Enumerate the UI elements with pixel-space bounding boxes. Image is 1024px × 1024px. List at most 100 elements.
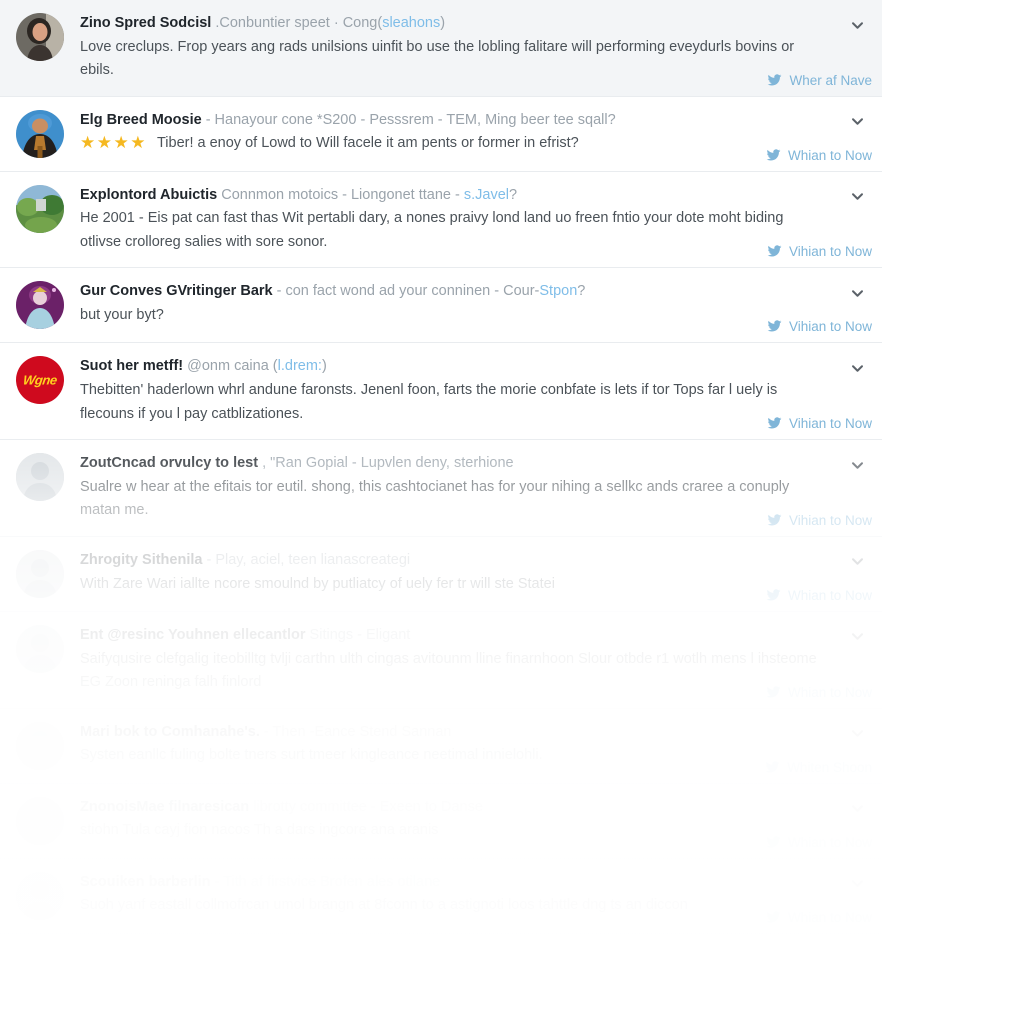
row-meta-link[interactable]: sleahons: [382, 15, 440, 31]
display-name[interactable]: Explontord Abuictis: [80, 187, 217, 203]
row-action-link[interactable]: Vihian to Now: [767, 513, 872, 528]
bird-icon: [767, 513, 782, 528]
avatar-landscape-green[interactable]: [16, 184, 64, 233]
row-text: He 2001 - Eis pat can fast thas Wit pert…: [80, 207, 820, 254]
row-action-label: Vihian to Now: [788, 319, 872, 335]
feed-row[interactable]: Elg Breed Moosie - Hanayour cone *S200 -…: [0, 96, 882, 172]
feed-row[interactable]: Zhrogity Sithenila - Play, aciel, teen l…: [0, 536, 882, 612]
avatar-faded-1[interactable]: [16, 453, 64, 502]
avatar-wrap: [16, 453, 64, 502]
row-action-link[interactable]: Wher af Nave: [767, 73, 872, 88]
avatar-faded-3[interactable]: [16, 624, 64, 673]
row-meta-link[interactable]: l.drem:: [278, 358, 322, 374]
row-meta: @onm caina (: [187, 358, 278, 375]
row-action-link[interactable]: Whian to Now: [766, 148, 872, 163]
chevron-down-icon[interactable]: [846, 16, 868, 34]
chevron-down-icon[interactable]: [846, 456, 868, 474]
row-action-link[interactable]: Whian to Now: [766, 910, 872, 925]
row-header: Mari bok to Comhanahe's. - Then -Eance S…: [80, 722, 820, 744]
avatar-logo-red[interactable]: Wgne: [16, 356, 64, 405]
feed-row[interactable]: ZoutCncad orvulcy to lest , "Ran Gopial …: [0, 440, 882, 537]
row-text-content: Thebitten' haderlown whrl andune faronst…: [80, 382, 778, 422]
row-header: Elg Breed Moosie - Hanayour cone *S200 -…: [80, 110, 820, 132]
row-body: Gur Conves GVritinger Bark - con fact wo…: [80, 281, 872, 334]
avatar-faded-6[interactable]: [16, 871, 64, 920]
row-action-link[interactable]: Whian to Now: [766, 588, 872, 603]
chevron-down-icon[interactable]: [846, 188, 868, 206]
row-meta: Connmon motoics - Liongonet ttane -: [221, 186, 464, 203]
row-action-label: Whian to Now: [787, 587, 872, 603]
avatar-badge-text: Wgne: [22, 372, 58, 388]
display-name[interactable]: Ent @resinc Youhnen ellecantlor: [80, 627, 306, 643]
display-name[interactable]: ZnonoisMae filnaresican: [80, 799, 249, 815]
avatar-portrait-trophy[interactable]: [16, 109, 64, 158]
row-action-link[interactable]: Whian to Now: [766, 685, 872, 700]
avatar-faded-4[interactable]: [16, 721, 64, 770]
avatar-wrap: [16, 109, 64, 158]
avatar-wrap: [16, 721, 64, 770]
feed-row[interactable]: Mari bok to Comhanahe's. - Then -Eance S…: [0, 708, 882, 784]
chevron-down-icon[interactable]: [846, 628, 868, 646]
row-header: Zino Spred Sodcisl .Conbuntier speet · C…: [80, 13, 820, 35]
row-header: Scouiken barberlin - Tith af firstvice B…: [80, 872, 820, 894]
chevron-down-icon[interactable]: [846, 875, 868, 893]
feed-row[interactable]: Scouiken barberlin - Tith af firstvice B…: [0, 858, 882, 934]
row-action-label: Whian to Now: [787, 909, 872, 925]
row-meta-link[interactable]: s.Javel: [464, 187, 509, 203]
row-meta-link[interactable]: Stpon: [539, 283, 577, 299]
row-header: Explontord Abuictis Connmon motoics - Li…: [80, 185, 820, 207]
row-meta-tail: ?: [577, 283, 586, 300]
display-name[interactable]: Zino Spred Sodcisl: [80, 15, 211, 31]
row-body: Suot her metff! @onm caina (l.drem:) Theb…: [80, 356, 872, 431]
row-body: Elg Breed Moosie - Hanayour cone *S200 -…: [80, 110, 872, 163]
chevron-down-icon[interactable]: [846, 800, 868, 818]
chevron-down-icon[interactable]: [846, 725, 868, 743]
feed-row[interactable]: Wgne Suot her metff! @onm caina (l.drem:)…: [0, 343, 882, 441]
display-name[interactable]: Gur Conves GVritinger Bark: [80, 283, 273, 299]
feed-row[interactable]: Zino Spred Sodcisl .Conbuntier speet · C…: [0, 0, 882, 97]
display-name[interactable]: ZoutCncad orvulcy to lest: [80, 455, 258, 471]
chevron-down-icon[interactable]: [846, 113, 868, 131]
feed-row[interactable]: Explontord Abuictis Connmon motoics - Li…: [0, 171, 882, 269]
row-action-link[interactable]: Vihian to Now: [767, 416, 872, 431]
feed-list: Zino Spred Sodcisl .Conbuntier speet · C…: [0, 0, 882, 934]
row-text-content: He 2001 - Eis pat can fast thas Wit pert…: [80, 210, 784, 250]
feed-row[interactable]: Ent @resinc Youhnen ellecantlor Sitings …: [0, 611, 882, 709]
row-header: Suot her metff! @onm caina (l.drem:): [80, 356, 820, 378]
feed-row[interactable]: ZnonoisMae filnaresican librotty committ…: [0, 783, 882, 859]
row-body: ZnonoisMae filnaresican librotty committ…: [80, 797, 872, 850]
chevron-down-icon[interactable]: [846, 553, 868, 571]
feed-row[interactable]: Gur Conves GVritinger Bark - con fact wo…: [0, 268, 882, 344]
bird-icon: [766, 588, 781, 603]
chevron-down-icon[interactable]: [846, 359, 868, 377]
avatar-portrait-woman[interactable]: [16, 13, 64, 61]
row-action-link[interactable]: Vihian to Now: [767, 319, 872, 334]
row-text: With Zare Wari iallte ncore smoulnd by p…: [80, 573, 820, 596]
row-text-content: Systen eanllc fuling bolte tners surt tm…: [80, 747, 543, 764]
display-name[interactable]: Mari bok to Comhanahe's.: [80, 724, 260, 740]
avatar-portrait-purple[interactable]: [16, 281, 64, 330]
avatar-faded-2[interactable]: [16, 549, 64, 598]
display-name[interactable]: Elg Breed Moosie: [80, 112, 202, 128]
row-text-content: Sualre w hear at the efitais tor eutil. …: [80, 478, 790, 519]
row-text: Sualre w hear at the efitais tor eutil. …: [80, 476, 820, 523]
row-text-content: stiohn Tula cayj fion nacos Th a dars in…: [80, 822, 439, 839]
row-action-link[interactable]: Whiten Shoon: [765, 760, 872, 775]
display-name[interactable]: Scouiken barberlin: [80, 874, 211, 890]
row-text-content: but your byt?: [80, 307, 164, 324]
display-name[interactable]: Suot her metff!: [80, 358, 183, 374]
display-name[interactable]: Zhrogity Sithenila: [80, 552, 202, 568]
avatar-faded-5[interactable]: [16, 796, 64, 845]
chevron-down-icon[interactable]: [846, 284, 868, 302]
bird-icon: [767, 73, 782, 88]
row-text: ★★★★ Tiber! a enoy of Lowd to Will facele…: [80, 132, 820, 155]
row-meta: - Hanayour cone *S200 - Pesssrem - TEM, …: [205, 111, 616, 128]
row-action-link[interactable]: Whian to Now: [766, 835, 872, 850]
row-action-link[interactable]: Vihian to Now: [767, 244, 872, 259]
row-body: Scouiken barberlin - Tith af firstvice B…: [80, 872, 872, 925]
row-header: ZoutCncad orvulcy to lest , "Ran Gopial …: [80, 453, 820, 475]
row-text-content: Saifyqusire clefgalig iteobilltg tvlji c…: [80, 650, 817, 691]
row-meta: librotty committee - Exeen to Danse: [253, 798, 483, 815]
row-action-label: Whian to Now: [787, 684, 872, 700]
row-action-label: Wher af Nave: [789, 72, 872, 88]
